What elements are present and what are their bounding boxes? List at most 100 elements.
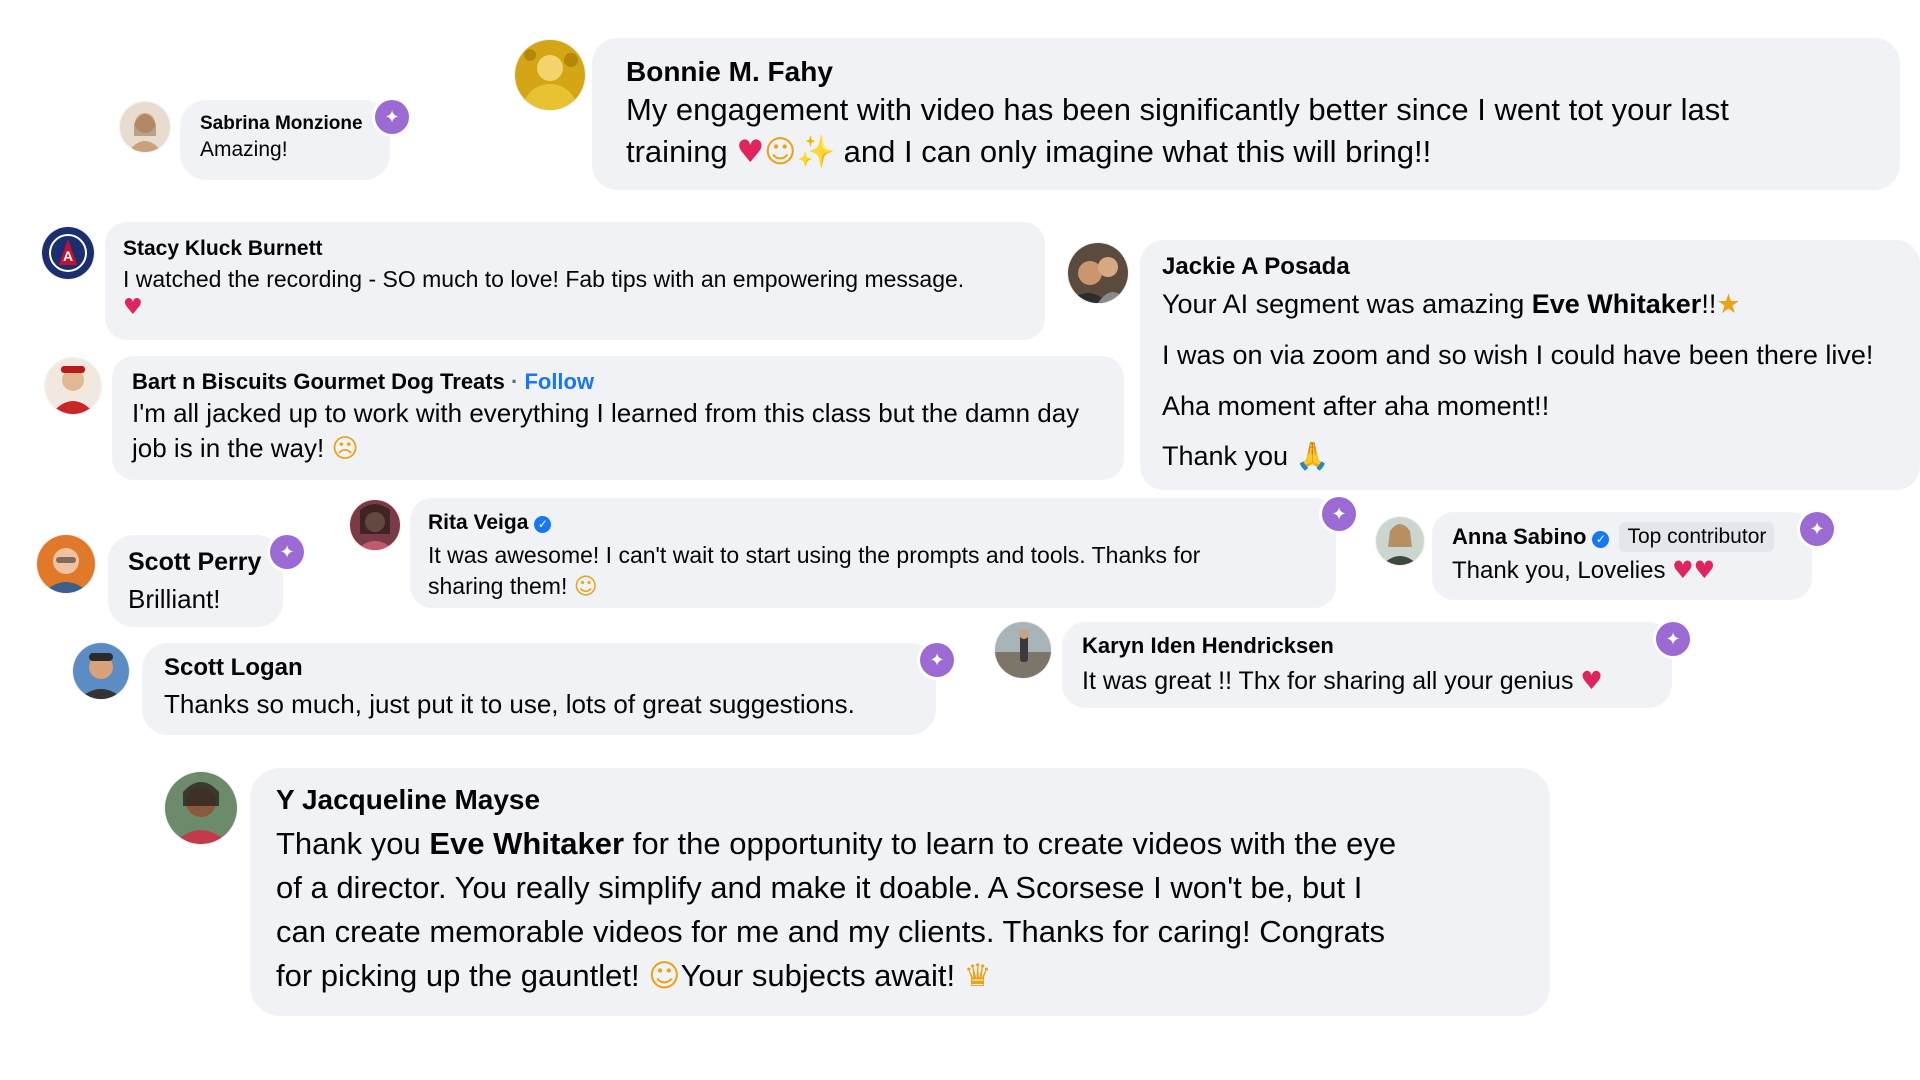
top-contributor-badge: Top contributor: [1619, 522, 1775, 553]
comment-text-line: for picking up the gauntlet! ☺Your subje…: [276, 955, 1524, 998]
comment-text: can create memorable videos for me and m…: [276, 913, 1386, 949]
comment-text: Thanks so much, just put it to use, lots…: [164, 689, 855, 719]
avatar-image: [37, 535, 95, 593]
comment-bubble: Sabrina Monzione Amazing!: [180, 100, 390, 180]
avatar[interactable]: [165, 772, 237, 844]
heart-eyes-emoji-icon: ♥: [1580, 665, 1603, 695]
comment-text-line: training ♥☺✨ and I can only imagine what…: [626, 131, 1866, 174]
comment-text-line: sharing them! ☺: [428, 571, 1318, 603]
smiling-face-emoji-icon: ☺: [573, 574, 598, 601]
comment-author[interactable]: Anna Sabino: [1452, 524, 1586, 549]
avatar-image: [120, 102, 170, 152]
comment-author[interactable]: Jackie A Posada: [1162, 252, 1898, 282]
crown-emoji-icon: ♛: [963, 957, 992, 994]
grimacing-face-emoji-icon: ☹: [331, 433, 359, 464]
reaction-icon[interactable]: ✦: [1800, 512, 1834, 546]
comment-text-segment: job is in the way!: [132, 432, 325, 463]
reaction-icon[interactable]: ✦: [1656, 622, 1690, 656]
avatar-image: [515, 40, 585, 110]
avatar-image: [73, 643, 129, 699]
comment-text-segment: for the opportunity to learn to create v…: [632, 826, 1397, 861]
comment-text-line: It was great !! Thx for sharing all your…: [1082, 664, 1652, 699]
comment-text-line: job is in the way! ☹: [132, 431, 1104, 467]
avatar[interactable]: [1068, 243, 1128, 303]
sparkles-emoji-icon: ✨: [796, 133, 836, 170]
comment-text: of a director. You really simplify and m…: [276, 869, 1363, 905]
heart-emoji-icon: ♥: [123, 295, 143, 321]
mention-link[interactable]: Eve Whitaker: [1532, 289, 1702, 319]
follow-link[interactable]: Follow: [524, 369, 594, 394]
avatar[interactable]: [37, 535, 95, 593]
comment-author[interactable]: Stacy Kluck Burnett: [123, 236, 1027, 262]
comment-text: My engagement with video has been signif…: [626, 92, 1729, 127]
comment-bubble: Scott Logan Thanks so much, just put it …: [142, 643, 936, 735]
comment-text-segment: Your AI segment was amazing: [1162, 289, 1525, 319]
avatar-image: [1068, 243, 1128, 303]
comment-author[interactable]: Scott Perry: [128, 547, 263, 578]
verified-badge-icon: ✓: [534, 516, 552, 533]
comment-bubble: Rita Veiga ✓ It was awesome! I can't wait…: [410, 498, 1336, 608]
reaction-icon[interactable]: ✦: [270, 535, 304, 569]
comment-author[interactable]: Sabrina Monzione: [200, 112, 370, 136]
reaction-icon[interactable]: ✦: [375, 100, 409, 134]
avatar[interactable]: [995, 622, 1051, 678]
comment-text-line: Your AI segment was amazing Eve Whitaker…: [1162, 286, 1898, 323]
comment-header: Anna Sabino ✓ Top contributor: [1452, 522, 1792, 553]
heart-emoji-icon: ♥: [736, 133, 765, 170]
avatar[interactable]: [1376, 517, 1424, 565]
avatar[interactable]: [515, 40, 585, 110]
comment-bubble: Stacy Kluck Burnett I watched the record…: [105, 222, 1045, 340]
comment-bubble: Anna Sabino ✓ Top contributor Thank you, L…: [1432, 512, 1812, 600]
comment-author[interactable]: Scott Logan: [164, 653, 914, 683]
smiling-face-with-hearts-emoji-icon: ♥♥: [1672, 556, 1716, 585]
comment-text: It was awesome! I can't wait to start us…: [428, 542, 1201, 569]
comment-text-segment: !!: [1701, 289, 1717, 319]
comment-text-segment: training: [626, 133, 728, 169]
svg-text:A: A: [63, 248, 73, 264]
comment-text-segment: for picking up the gauntlet!: [276, 957, 640, 993]
comment-text-segment: Thank you, Lovelies: [1452, 557, 1666, 585]
avatar[interactable]: [120, 102, 170, 152]
verified-badge-icon: ✓: [1592, 531, 1610, 548]
comment-bubble: Bonnie M. Fahy My engagement with video …: [592, 38, 1900, 190]
comment-text-line: Thank you 🙏: [1162, 438, 1898, 475]
comment-author[interactable]: Karyn Iden Hendricksen: [1082, 632, 1652, 660]
comment-text: I'm all jacked up to work with everythin…: [132, 397, 1080, 428]
mention-link[interactable]: Eve Whitaker: [429, 826, 624, 861]
avatar[interactable]: [350, 500, 400, 550]
comment-text: Amazing!: [200, 137, 288, 161]
avatar-image: [45, 358, 101, 414]
avatar[interactable]: [73, 643, 129, 699]
reaction-icon[interactable]: ✦: [1322, 497, 1356, 531]
comment-text: I watched the recording - SO much to lov…: [123, 266, 965, 293]
comment-author[interactable]: Bart n Biscuits Gourmet Dog Treats: [132, 369, 505, 394]
comment-bubble: Scott Perry Brilliant!: [108, 535, 283, 627]
reaction-icon[interactable]: ✦: [920, 643, 954, 677]
folded-hands-emoji-icon: 🙏: [1295, 441, 1330, 473]
comment-text: Aha moment after aha moment!!: [1162, 390, 1550, 421]
comment-bubble: Bart n Biscuits Gourmet Dog Treats · Fol…: [112, 356, 1124, 480]
comment-header: Rita Veiga ✓: [428, 510, 1318, 536]
comment-text-segment: and I can only imagine what this will br…: [843, 133, 1432, 169]
comment-text-segment: Thank you: [276, 826, 421, 861]
avatar[interactable]: A: [42, 227, 94, 279]
comment-text-line: Thank you, Lovelies ♥♥: [1452, 554, 1792, 587]
comment-text: I was on via zoom and so wish I could ha…: [1162, 340, 1874, 371]
avatar-image: [165, 772, 237, 844]
comment-text-segment: Thank you: [1162, 441, 1289, 472]
avatar-image: [995, 622, 1051, 678]
comment-text-segment: sharing them!: [428, 573, 568, 600]
comment-text: Brilliant!: [128, 584, 221, 615]
avatar[interactable]: [45, 358, 101, 414]
avatar-image: A: [42, 227, 94, 279]
comment-author[interactable]: Bonnie M. Fahy: [626, 54, 1866, 89]
comment-text-segment: It was great !! Thx for sharing all your…: [1082, 666, 1574, 695]
comment-bubble: Y Jacqueline Mayse Thank you Eve Whitake…: [250, 768, 1550, 1016]
separator-dot: ·: [510, 369, 519, 394]
comment-bubble: Jackie A Posada Your AI segment was amaz…: [1140, 240, 1920, 490]
comment-author[interactable]: Y Jacqueline Mayse: [276, 782, 1524, 817]
comment-text-line: Thank you Eve Whitaker for the opportuni…: [276, 823, 1524, 865]
avatar-image: [1376, 517, 1424, 565]
avatar-image: [350, 500, 400, 550]
comment-author[interactable]: Rita Veiga: [428, 511, 528, 534]
